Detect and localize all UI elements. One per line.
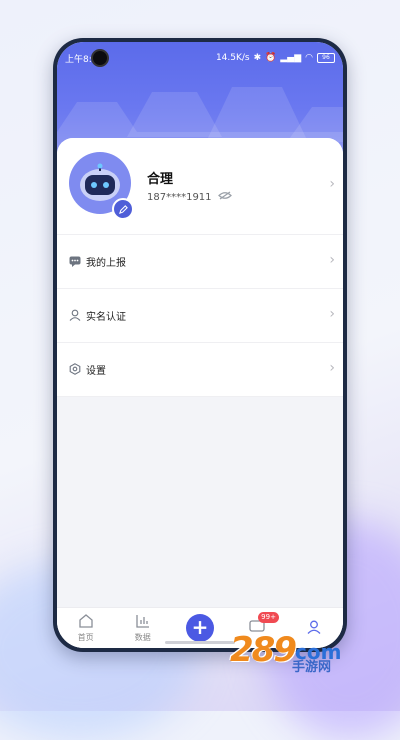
tab-add[interactable]: + — [175, 614, 225, 642]
eye-hidden-icon[interactable] — [217, 191, 232, 203]
profile-name: 合理 — [147, 172, 174, 187]
home-icon — [78, 613, 94, 630]
menu-item-settings[interactable]: 设置 › — [57, 343, 343, 397]
signal-icon: ▂▄▆ — [280, 53, 302, 63]
chevron-right-icon: › — [329, 176, 335, 192]
plus-icon[interactable]: + — [185, 614, 214, 642]
battery-icon: 96 — [317, 53, 335, 63]
unread-badge: 99+ — [258, 612, 279, 623]
alarm-icon: ⏰ — [265, 53, 277, 63]
settings-icon — [69, 360, 81, 379]
camera-hole — [91, 49, 109, 67]
tab-label: 数据 — [134, 632, 151, 642]
tab-data[interactable]: 数据 — [118, 614, 168, 643]
profile-section[interactable]: 合理 187****1911 › — [57, 138, 343, 235]
edit-avatar-icon[interactable] — [112, 198, 134, 220]
chart-icon — [135, 614, 151, 630]
tab-label: 首页 — [77, 632, 94, 642]
wifi-icon: ◠ — [305, 53, 313, 63]
status-bar: 上午8:56 14.5K/s ✱ ⏰ ▂▄▆ ◠ 96 — [57, 49, 343, 67]
home-indicator — [165, 641, 235, 644]
screen: 上午8:56 14.5K/s ✱ ⏰ ▂▄▆ ◠ 96 合理 187****19… — [57, 42, 343, 648]
chevron-right-icon: › — [329, 252, 335, 268]
menu-label: 实名认证 — [86, 312, 126, 323]
chevron-right-icon: › — [329, 306, 335, 322]
menu-label: 我的上报 — [86, 258, 126, 269]
bluetooth-icon: ✱ — [253, 53, 262, 63]
menu-item-my-reports[interactable]: 我的上报 › — [57, 235, 343, 289]
profile-phone: 187****1911 — [147, 191, 212, 203]
watermark-number: 289 — [230, 630, 297, 670]
menu-item-real-name-auth[interactable]: 实名认证 › — [57, 289, 343, 343]
phone-frame: 上午8:56 14.5K/s ✱ ⏰ ▂▄▆ ◠ 96 合理 187****19… — [53, 38, 347, 652]
network-speed: 14.5K/s — [215, 53, 250, 63]
profile-phone-row: 187****1911 — [147, 191, 232, 203]
message-icon — [69, 252, 81, 271]
chevron-right-icon: › — [329, 360, 335, 376]
tab-home[interactable]: 首页 — [61, 613, 111, 643]
content-card: 合理 187****1911 › 我的上报 › 实名认证 › 设置 › 首页 数… — [57, 138, 343, 648]
watermark-text: 手游网 — [292, 660, 332, 675]
user-icon — [69, 306, 81, 325]
menu-label: 设置 — [86, 366, 106, 377]
site-watermark: 289 com 手游网 — [230, 630, 341, 675]
